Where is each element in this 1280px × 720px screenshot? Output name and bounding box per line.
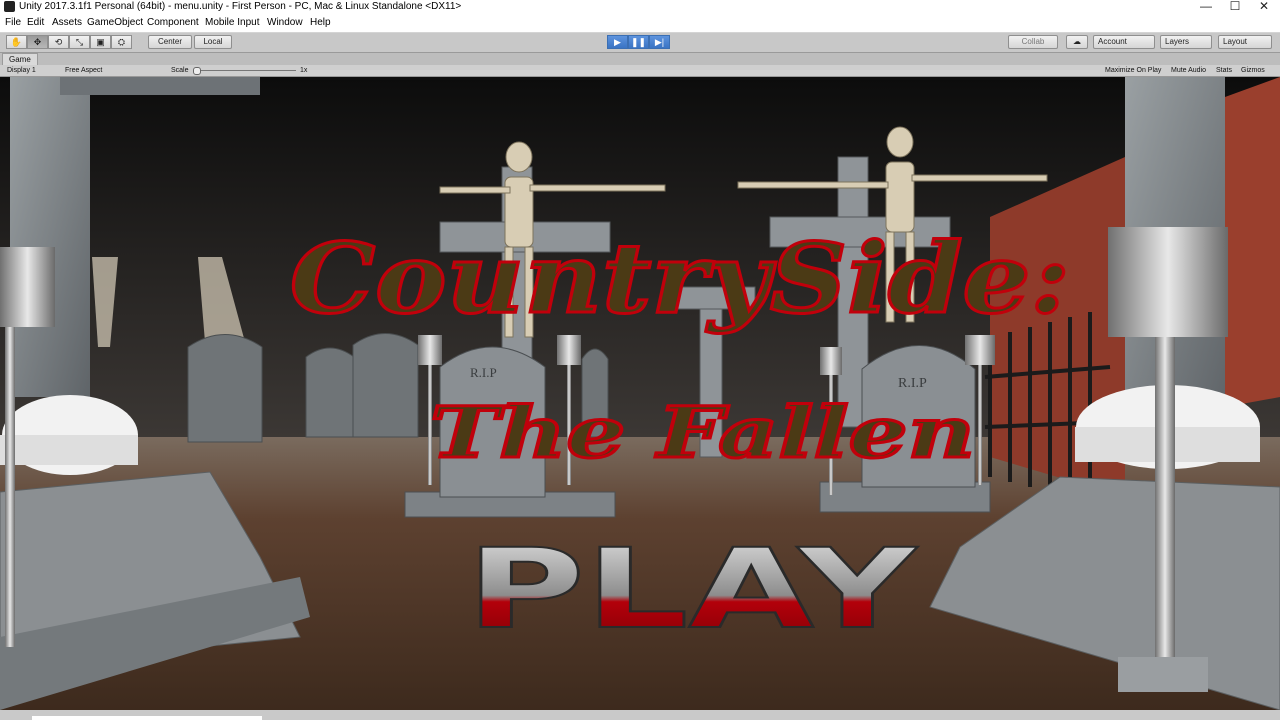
mute-audio-toggle[interactable]: Mute Audio: [1171, 65, 1206, 76]
menu-window[interactable]: Window: [267, 14, 303, 32]
hand-tool-icon[interactable]: ✋: [6, 35, 27, 49]
status-bar: [0, 710, 1280, 720]
game-tab-row: Game: [0, 53, 1280, 65]
tombstone-label: R.I.P: [898, 376, 927, 391]
transform-tool-icon[interactable]: ⛭: [111, 35, 132, 49]
display-dropdown[interactable]: Display 1: [7, 65, 36, 76]
menu-assets[interactable]: Assets: [52, 14, 82, 32]
close-button[interactable]: ✕: [1248, 0, 1280, 14]
scale-slider-handle[interactable]: [193, 67, 201, 75]
main-toolbar: ✋ ✥ ⟲ ⤡ ▣ ⛭ Center Local ▶ ❚❚ ▶| Collab …: [0, 33, 1280, 53]
scene-render: R.I.P R.I.P CountrySide: The Fallen PLAY: [0, 77, 1280, 710]
title-line-1: CountrySide:: [290, 222, 1070, 335]
account-dropdown[interactable]: Account: [1093, 35, 1155, 49]
unity-logo-icon: [4, 1, 15, 12]
transform-tools: ✋ ✥ ⟲ ⤡ ▣ ⛭: [6, 35, 134, 49]
gizmos-dropdown[interactable]: Gizmos: [1241, 65, 1265, 76]
window-title: Unity 2017.3.1f1 Personal (64bit) - menu…: [19, 1, 462, 12]
layout-dropdown[interactable]: Layout: [1218, 35, 1272, 49]
menu-gameobject[interactable]: GameObject: [87, 14, 143, 32]
rect-tool-icon[interactable]: ▣: [90, 35, 111, 49]
pivot-center-button[interactable]: Center: [148, 35, 192, 49]
menu-bar: File Edit Assets GameObject Component Mo…: [0, 14, 1280, 33]
aspect-dropdown[interactable]: Free Aspect: [65, 65, 102, 76]
game-view-bar: Display 1 Free Aspect Scale 1x Maximize …: [0, 65, 1280, 77]
space-local-button[interactable]: Local: [194, 35, 232, 49]
minimize-button[interactable]: —: [1190, 0, 1222, 14]
move-tool-icon[interactable]: ✥: [27, 35, 48, 49]
scale-value: 1x: [300, 67, 308, 74]
scale-slider-track[interactable]: [196, 70, 296, 71]
play-button[interactable]: ▶: [607, 35, 628, 49]
menu-mobile-input[interactable]: Mobile Input: [205, 14, 259, 32]
maximize-button[interactable]: ☐: [1219, 0, 1251, 14]
game-viewport[interactable]: R.I.P R.I.P CountrySide: The Fallen PLAY: [0, 77, 1280, 710]
menu-help[interactable]: Help: [310, 14, 331, 32]
layers-dropdown[interactable]: Layers: [1160, 35, 1212, 49]
cloud-icon[interactable]: ☁: [1066, 35, 1088, 49]
tombstone-label: R.I.P: [470, 365, 497, 380]
menu-edit[interactable]: Edit: [27, 14, 44, 32]
status-tab: [32, 716, 262, 720]
collab-button[interactable]: Collab: [1008, 35, 1058, 49]
rotate-tool-icon[interactable]: ⟲: [48, 35, 69, 49]
menu-component[interactable]: Component: [147, 14, 199, 32]
step-button[interactable]: ▶|: [649, 35, 670, 49]
window-title-bar: Unity 2017.3.1f1 Personal (64bit) - menu…: [0, 0, 1280, 14]
stats-toggle[interactable]: Stats: [1216, 65, 1232, 76]
scale-label: Scale: [171, 67, 189, 74]
play-menu-button[interactable]: PLAY: [465, 524, 919, 654]
maximize-on-play-toggle[interactable]: Maximize On Play: [1105, 65, 1161, 76]
title-line-2: The Fallen: [430, 391, 975, 474]
pause-button[interactable]: ❚❚: [628, 35, 649, 49]
menu-file[interactable]: File: [5, 14, 21, 32]
stone-pillar-left: [10, 77, 90, 397]
scale-tool-icon[interactable]: ⤡: [69, 35, 90, 49]
tab-game[interactable]: Game: [2, 53, 38, 65]
